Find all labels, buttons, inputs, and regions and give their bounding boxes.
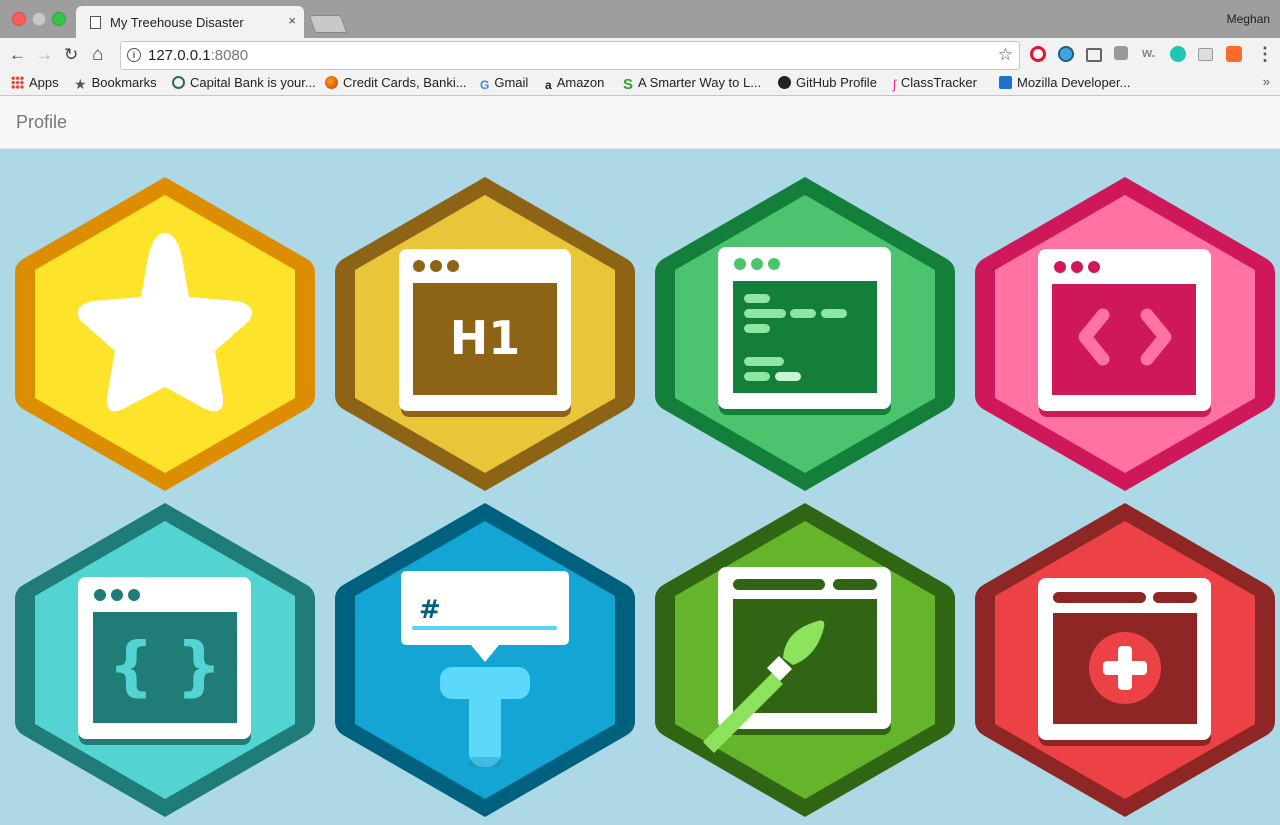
w-extension-icon[interactable]: w. — [1142, 45, 1155, 60]
angle-brackets-badge[interactable] — [975, 169, 1275, 499]
eye-extension-icon[interactable] — [1058, 46, 1074, 62]
bookmarks-bar: Apps ★ Bookmarks Capital Bank is your... … — [0, 72, 1280, 96]
bookmark-amazon[interactable]: a Amazon — [545, 75, 604, 92]
minimize-window-button[interactable] — [32, 12, 46, 26]
mdn-icon — [999, 76, 1012, 89]
m-extension-icon[interactable] — [1170, 46, 1186, 62]
back-arrow-icon[interactable]: ← — [9, 45, 26, 65]
page-navbar: Profile — [0, 96, 1280, 149]
code-lines-badge[interactable] — [655, 169, 955, 499]
paintbrush-badge[interactable] — [655, 495, 955, 825]
bookmark-capital-bank[interactable]: Capital Bank is your... — [172, 75, 316, 90]
cast-icon[interactable] — [1086, 48, 1102, 62]
bookmark-label: Gmail — [494, 75, 529, 90]
h1-text: H1 — [450, 311, 521, 365]
flamingo-icon: ʃ — [893, 77, 896, 92]
bookmark-label: ClassTracker — [900, 75, 977, 90]
close-tab-icon[interactable]: × — [288, 13, 296, 28]
url-port: :8080 — [210, 47, 249, 64]
bookmark-label: Capital Bank is your... — [190, 75, 316, 90]
bookmark-apps[interactable]: Apps — [11, 75, 59, 90]
html-h1-badge[interactable]: H1 — [335, 169, 635, 499]
brackets-badge-graphic — [975, 177, 1275, 491]
circle-icon — [325, 76, 338, 89]
bookmark-bookmarks[interactable]: ★ Bookmarks — [74, 75, 157, 93]
document-icon — [90, 16, 101, 29]
apps-grid-icon — [11, 76, 24, 89]
h1-badge-graphic: H1 — [335, 177, 635, 491]
star-icon: ★ — [74, 76, 87, 92]
chat-extension-icon[interactable] — [1198, 48, 1213, 61]
maximize-window-button[interactable] — [52, 12, 66, 26]
hashtag-typography-badge[interactable]: # — [335, 495, 635, 825]
bookmark-label: Apps — [29, 75, 59, 90]
reload-icon[interactable]: ↻ — [64, 45, 78, 65]
bookmark-label: Bookmarks — [91, 75, 157, 90]
curly-braces-icon: { } — [108, 630, 221, 704]
forward-arrow-icon[interactable]: → — [36, 45, 53, 65]
bookmark-label: Amazon — [556, 75, 605, 90]
profile-name[interactable]: Meghan — [1227, 12, 1270, 26]
s-logo-icon: S — [623, 76, 634, 93]
eye-icon — [172, 76, 185, 89]
url-text[interactable]: 127.0.0.1:8080 — [148, 47, 248, 64]
browser-menu-icon[interactable]: ⋮ — [1256, 44, 1274, 64]
window-screen — [1052, 284, 1196, 395]
star-badge-graphic — [15, 177, 315, 491]
plus-badge-graphic — [975, 503, 1275, 817]
badge-grid: H1 {} # — [0, 149, 1280, 817]
star-badge[interactable] — [15, 169, 315, 499]
bookmark-label: Mozilla Developer... — [1017, 75, 1131, 90]
browser-tab[interactable]: My Treehouse Disaster × — [76, 6, 304, 38]
text-underline — [412, 626, 557, 630]
reddit-extension-icon[interactable] — [1226, 46, 1242, 62]
bookmark-label: A Smarter Way to L... — [638, 75, 762, 90]
bookmarks-overflow-icon[interactable]: » — [1263, 74, 1270, 89]
curly-braces-badge[interactable]: { } — [15, 495, 315, 825]
type-badge-graphic: # — [335, 503, 635, 817]
amazon-icon: a — [545, 78, 552, 92]
evernote-extension-icon[interactable] — [1114, 46, 1128, 60]
bookmark-gmail[interactable]: G Gmail — [480, 75, 528, 92]
bookmark-star-icon[interactable]: ☆ — [998, 45, 1013, 65]
bookmark-credit-cards[interactable]: Credit Cards, Banki... — [325, 75, 467, 90]
browser-toolbar: ← → ↻ ⌂ i 127.0.0.1:8080 ☆ w. ⋮ — [0, 38, 1280, 72]
new-tab-button[interactable] — [308, 15, 348, 33]
google-icon: G — [480, 78, 490, 92]
curly-badge-graphic: { } — [15, 503, 315, 817]
bookmark-mdn[interactable]: Mozilla Developer... — [999, 75, 1130, 90]
url-host: 127.0.0.1 — [148, 47, 211, 64]
code-badge-graphic — [655, 177, 955, 491]
bookmark-smarter-way[interactable]: S A Smarter Way to L... — [623, 75, 761, 93]
bookmark-github[interactable]: GitHub Profile — [778, 75, 877, 90]
navbar-brand[interactable]: Profile — [16, 112, 67, 133]
home-icon[interactable]: ⌂ — [92, 45, 103, 65]
bookmark-label: GitHub Profile — [796, 75, 877, 90]
github-icon — [778, 76, 791, 89]
browser-title-bar: My Treehouse Disaster × Meghan — [0, 0, 1280, 38]
bookmark-classtracker[interactable]: ʃ ClassTracker — [893, 75, 977, 92]
plus-badge[interactable] — [975, 495, 1275, 825]
close-window-button[interactable] — [12, 12, 26, 26]
hashtag-icon: # — [419, 595, 441, 625]
address-bar[interactable]: i 127.0.0.1:8080 ☆ — [120, 41, 1020, 70]
paint-badge-graphic — [655, 503, 955, 817]
opera-extension-icon[interactable] — [1030, 46, 1046, 62]
info-icon[interactable]: i — [127, 48, 141, 62]
type-t-stem — [469, 681, 501, 767]
tab-title: My Treehouse Disaster — [110, 15, 244, 30]
bookmark-label: Credit Cards, Banki... — [343, 75, 467, 90]
